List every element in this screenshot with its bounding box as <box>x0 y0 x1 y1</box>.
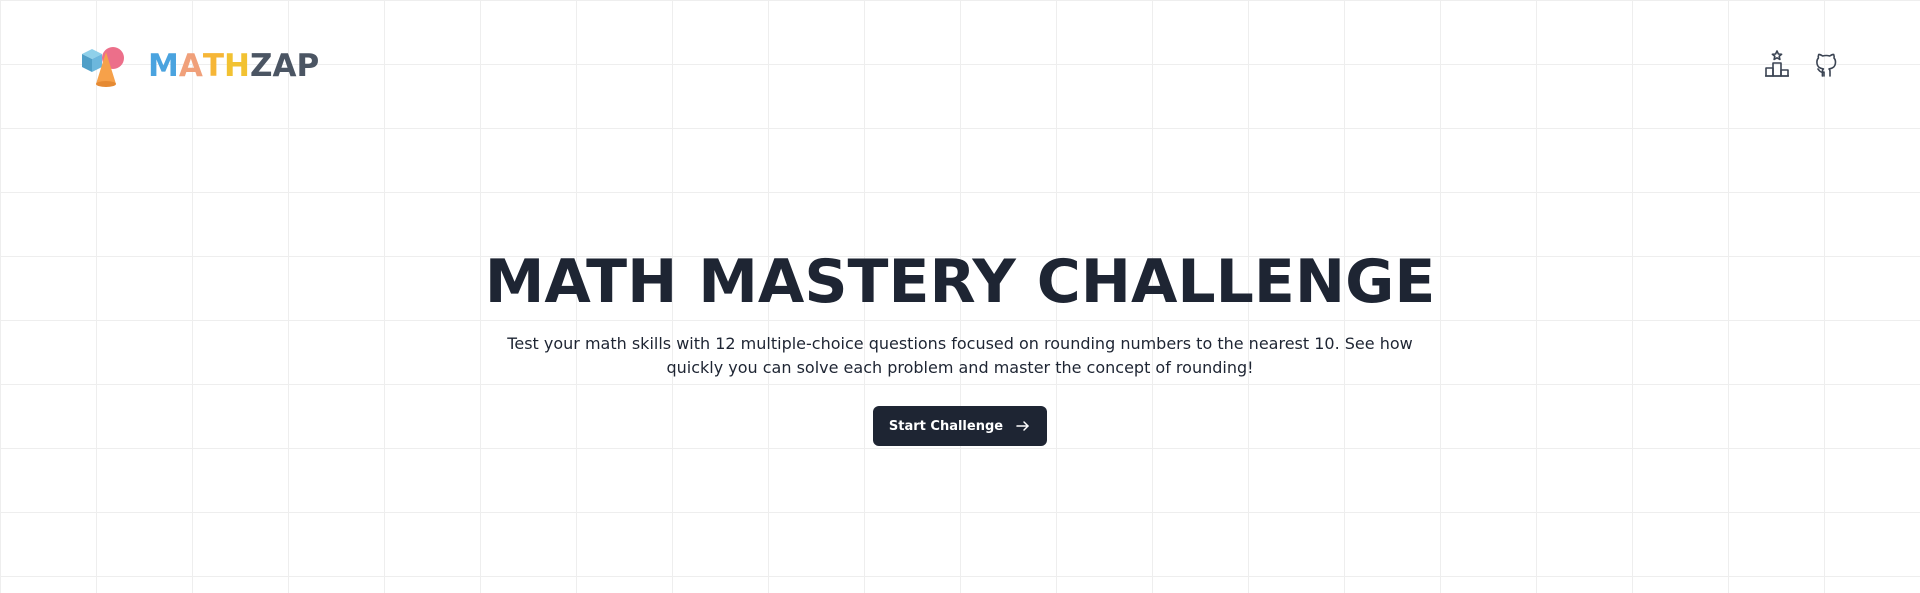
hero-section: MATH MASTERY CHALLENGE Test your math sk… <box>0 246 1920 446</box>
start-challenge-label: Start Challenge <box>888 418 1004 434</box>
logo-letter: A <box>178 47 203 84</box>
logo-wordmark: MATHZAP <box>148 47 320 84</box>
github-icon <box>1816 53 1837 77</box>
logo-letter: P <box>296 47 320 84</box>
start-challenge-button[interactable]: Start Challenge <box>872 406 1048 446</box>
github-link[interactable] <box>1812 48 1842 80</box>
leaderboard-icon <box>1765 50 1789 77</box>
leaderboard-button[interactable] <box>1762 48 1792 80</box>
logo-link[interactable]: MATHZAP <box>78 44 319 88</box>
logo-letter: Z <box>249 47 273 84</box>
geometric-shapes-logo-icon <box>82 47 124 87</box>
hero-description: Test your math skills with 12 multiple-c… <box>507 334 1413 377</box>
page-title: MATH MASTERY CHALLENGE <box>484 247 1436 317</box>
site-header: MATHZAP <box>0 0 1920 130</box>
logo-letter: H <box>224 47 250 84</box>
logo-letter: A <box>272 47 297 84</box>
arrow-right-icon <box>1016 421 1029 431</box>
header-nav <box>1762 48 1842 80</box>
logo-letter: M <box>148 47 179 84</box>
logo-letter: T <box>202 47 225 84</box>
